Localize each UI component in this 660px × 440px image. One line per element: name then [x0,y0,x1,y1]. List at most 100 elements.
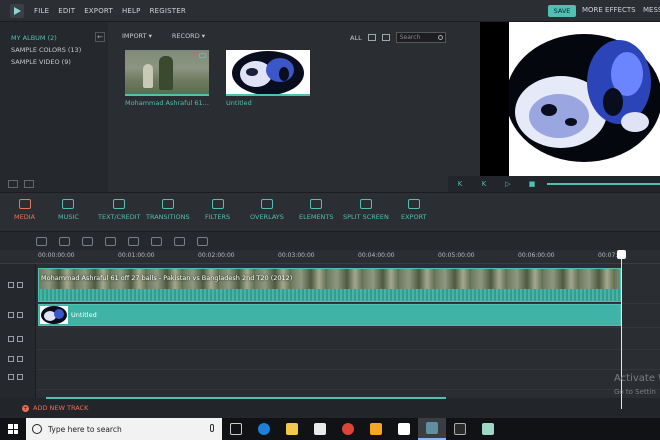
ruler-label: 00:02:00:00 [198,252,235,259]
more-effects-button[interactable]: MORE EFFECTS [582,6,636,14]
overlay-track-header [8,334,28,344]
tab-transitions[interactable]: TRANSITIONS [146,199,190,221]
image-thumbnail [226,50,310,96]
image-clip[interactable]: Untitled [38,304,621,326]
video-editor-taskbar-icon[interactable] [418,418,446,440]
overlay-track [36,328,660,350]
activation-watermark-sub: Go to Settin [614,388,656,396]
undo-icon[interactable] [36,236,47,246]
preview-controls: K K ▷ ■ [448,176,660,192]
clip-title: Untitled [71,311,97,319]
thumbnail-figure [159,56,173,90]
snapshot-icon[interactable] [174,236,185,246]
prev-frame-button[interactable]: K [472,180,496,188]
media-app-icon[interactable] [446,418,474,440]
adjust-icon[interactable] [82,236,93,246]
video-editor-window: FILE EDIT EXPORT HELP REGISTER SAVE MORE… [0,0,660,440]
tab-export[interactable]: EXPORT [401,199,427,221]
import-dropdown[interactable]: IMPORT ▾ [122,32,152,40]
eye-icon[interactable] [17,312,23,318]
overlay-icon [260,199,273,209]
store-icon[interactable] [306,418,334,440]
music-track [36,370,660,390]
media-item-image[interactable]: Untitled [226,50,310,107]
tab-media[interactable]: MEDIA [14,199,35,221]
add-new-track-button[interactable]: + ADD NEW TRACK [22,404,88,412]
cut-icon[interactable] [105,236,116,246]
delete-folder-icon[interactable] [24,180,34,188]
crop-icon[interactable] [151,236,162,246]
speaker-icon[interactable] [17,374,23,380]
tab-text-credit[interactable]: TEXT/CREDIT [98,199,141,221]
library-search-input[interactable]: Search [395,32,446,43]
save-button[interactable]: SAVE [548,5,576,17]
preview-progress-bar[interactable] [547,183,660,185]
sidebar-footer [8,180,34,188]
video-track-icon [8,282,14,288]
task-view-icon[interactable] [222,418,250,440]
playhead-handle[interactable] [617,250,626,259]
audio-waveform [39,289,620,301]
tab-music[interactable]: MUSIC [58,199,79,221]
collapse-sidebar-button[interactable]: ← [95,32,105,42]
tab-label: OVERLAYS [250,213,284,221]
paint-icon[interactable] [362,418,390,440]
chrome-icon[interactable] [334,418,362,440]
filter-all[interactable]: ALL [350,34,362,42]
microphone-icon[interactable] [210,424,214,432]
tab-split-screen[interactable]: SPLIT SCREEN [343,199,389,221]
delete-icon[interactable] [128,236,139,246]
add-track-label: ADD NEW TRACK [33,404,89,412]
duration-icon[interactable] [197,236,208,246]
menu-file[interactable]: FILE [34,7,49,15]
edge-browser-icon[interactable] [250,418,278,440]
media-item-video[interactable]: Mohammad Ashraful 61... [125,50,209,107]
play-button[interactable]: ▷ [496,180,520,188]
menu-edit[interactable]: EDIT [58,7,75,15]
text-track-header [8,354,28,364]
menu-export[interactable]: EXPORT [84,7,113,15]
menu-register[interactable]: REGISTER [150,7,186,15]
new-folder-icon[interactable] [8,180,18,188]
menu-help[interactable]: HELP [122,7,141,15]
record-dropdown[interactable]: RECORD ▾ [172,32,205,40]
music-track-icon [8,374,14,380]
eye-icon[interactable] [17,336,23,342]
stop-button[interactable]: ■ [520,180,544,188]
folder-icon [18,199,31,209]
timeline-ruler[interactable]: 00:00:00:00 00:01:00:00 00:02:00:00 00:0… [0,250,660,264]
video-clip[interactable]: Mohammad Ashraful 61 off 27 balls - Paki… [38,268,621,302]
tab-label: EXPORT [401,213,427,221]
messages-button[interactable]: MESSAGES [643,6,660,14]
taskbar-search-input[interactable]: Type here to search [26,418,222,440]
tab-label: MUSIC [58,213,79,221]
sidebar-item-sample-colors[interactable]: SAMPLE COLORS (13) [0,44,108,56]
notes-app-icon[interactable] [474,418,502,440]
mail-icon[interactable] [390,418,418,440]
grid-view-icon[interactable] [381,34,390,41]
filter-icon [211,199,224,209]
list-view-icon[interactable] [367,34,376,41]
media-library: MY ALBUM (2) SAMPLE COLORS (13) SAMPLE V… [0,22,480,192]
app-logo-icon [10,3,24,18]
ruler-label: 00:01:00:00 [118,252,155,259]
file-explorer-icon[interactable] [278,418,306,440]
library-sidebar: MY ALBUM (2) SAMPLE COLORS (13) SAMPLE V… [0,22,108,192]
clip-thumbnail [40,306,68,324]
start-button[interactable] [0,418,26,440]
music-track-header [8,372,28,382]
thumbnail-figure [143,64,153,88]
skip-start-button[interactable]: K [448,180,472,188]
timeline-scrollbar[interactable] [46,397,446,399]
redo-icon[interactable] [59,236,70,246]
overlay-track-icon [8,336,14,342]
sidebar-item-my-album[interactable]: MY ALBUM (2) [0,32,108,44]
clip-title: Mohammad Ashraful 61 off 27 balls - Paki… [41,274,293,282]
tab-overlays[interactable]: OVERLAYS [250,199,284,221]
ruler-label: 00:03:00:00 [278,252,315,259]
tab-filters[interactable]: FILTERS [205,199,230,221]
sidebar-item-sample-video[interactable]: SAMPLE VIDEO (9) [0,56,108,68]
eye-icon[interactable] [17,282,23,288]
tab-elements[interactable]: ELEMENTS [299,199,334,221]
eye-icon[interactable] [17,356,23,362]
